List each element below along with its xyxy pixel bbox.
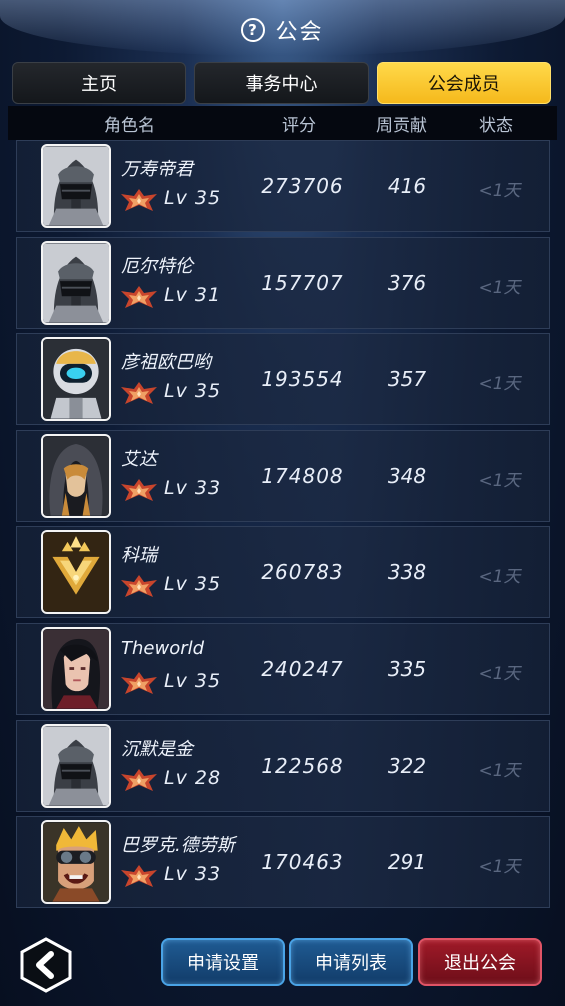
tab-bar: 主页 事务中心 公会成员 [12,62,551,104]
member-name: 艾达 [121,448,157,470]
member-row[interactable]: 万寿帝君 Lv 35 273706 416 <1天 [16,140,550,232]
leave-guild-button[interactable]: 退出公会 [418,938,542,986]
column-header-row: 角色名 评分 周贡献 状态 [8,106,557,140]
member-row[interactable]: 厄尔特伦 Lv 31 157707 376 <1天 [16,236,550,329]
member-weekly-contribution: 376 [387,270,427,295]
member-row[interactable]: Theworld Lv 35 240247 335 <1天 [16,622,550,715]
rank-emblem-icon [119,186,159,214]
member-name: 科瑞 [121,545,157,567]
member-weekly-contribution: 322 [387,753,427,778]
member-weekly-contribution: 338 [387,560,427,585]
member-status: <1天 [478,277,521,298]
member-level: Lv 35 [164,669,222,692]
member-score: 170463 [261,850,344,875]
member-status: <1天 [478,663,521,684]
member-weekly-contribution: 416 [387,174,427,198]
rank-emblem-icon [119,766,159,794]
member-score: 260783 [261,560,344,585]
member-level: Lv 35 [164,380,222,403]
tab-home[interactable]: 主页 [12,62,187,104]
member-row[interactable]: 巴罗克.德劳斯 Lv 33 170463 291 <1天 [16,816,550,909]
rank-emblem-icon [119,283,159,311]
member-row[interactable]: 沉默是金 Lv 28 122568 322 <1天 [16,719,550,812]
member-row[interactable]: 科瑞 Lv 35 260783 338 <1天 [16,526,550,619]
member-weekly-contribution: 348 [387,463,427,488]
help-circle-icon[interactable]: ? [241,18,266,42]
member-score: 273706 [261,174,344,198]
member-status: <1天 [478,857,521,878]
column-header-status[interactable]: 状态 [479,111,513,136]
helmet-robot-avatar[interactable] [41,144,111,228]
member-row[interactable]: 艾达 Lv 33 174808 348 <1天 [16,429,550,522]
member-level: Lv 28 [164,766,222,789]
member-weekly-contribution: 291 [387,850,427,875]
column-header-weekly[interactable]: 周贡献 [376,111,427,136]
apply-list-button[interactable]: 申请列表 [289,938,413,986]
member-score: 240247 [261,656,344,681]
member-status: <1天 [478,760,521,781]
member-name: Theworld [121,637,205,659]
member-name: 万寿帝君 [121,159,193,180]
member-score: 193554 [261,367,344,392]
member-row[interactable]: 彦祖欧巴哟 Lv 35 193554 357 <1天 [16,333,550,426]
hooded-woman-avatar[interactable] [41,433,111,518]
tab-affairs-center[interactable]: 事务中心 [194,62,369,104]
member-level: Lv 33 [164,863,222,886]
member-level: Lv 35 [164,573,222,596]
member-score: 174808 [261,463,344,488]
rank-emblem-icon [119,476,159,504]
helmet-robot-avatar[interactable] [41,240,111,325]
back-button[interactable] [18,936,74,994]
apply-settings-button[interactable]: 申请设置 [161,938,285,986]
member-status: <1天 [478,374,521,395]
member-status: <1天 [478,181,521,201]
tab-guild-members[interactable]: 公会成员 [376,62,551,104]
helmet-robot-avatar[interactable] [41,723,111,808]
member-status: <1天 [478,567,521,588]
column-header-score[interactable]: 评分 [282,111,316,136]
member-level: Lv 31 [164,283,222,306]
gold-emblem-avatar[interactable] [41,530,111,615]
member-name: 厄尔特伦 [121,255,193,277]
dark-hair-woman-avatar[interactable] [41,626,111,711]
page-title: ? 公会 [0,14,565,46]
rank-emblem-icon [119,862,159,890]
member-score: 122568 [261,753,344,778]
goggles-man-avatar[interactable] [41,820,111,905]
member-name: 巴罗克.德劳斯 [121,835,235,857]
column-header-name[interactable]: 角色名 [104,111,155,136]
member-status: <1天 [478,470,521,491]
member-weekly-contribution: 335 [387,656,427,681]
bottom-bar: 申请设置 申请列表 退出公会 [0,928,565,1006]
chevron-left-icon [20,937,72,993]
member-list: 万寿帝君 Lv 35 273706 416 <1天 厄尔特伦 Lv 31 157… [16,140,550,913]
member-weekly-contribution: 357 [387,367,427,392]
rank-emblem-icon [119,572,159,600]
rank-emblem-icon [119,669,159,697]
rank-emblem-icon [119,379,159,407]
page-title-text: 公会 [275,20,324,45]
member-level: Lv 35 [164,187,222,209]
member-score: 157707 [261,270,344,295]
member-level: Lv 33 [164,476,222,499]
astronaut-robot-avatar[interactable] [41,337,111,422]
member-name: 彦祖欧巴哟 [121,352,211,374]
member-name: 沉默是金 [121,738,193,760]
